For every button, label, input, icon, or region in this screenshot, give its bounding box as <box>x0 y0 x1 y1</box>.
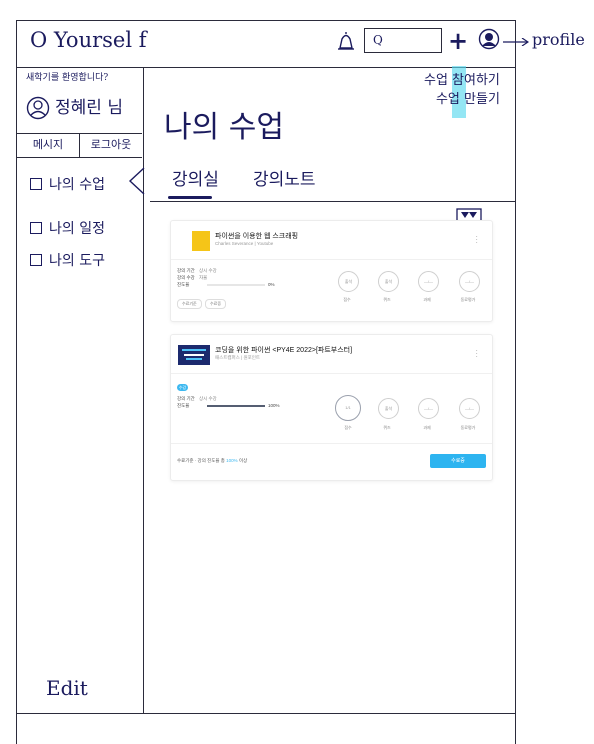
progress-fill <box>207 405 265 407</box>
progress-percent: 100% <box>268 403 280 408</box>
criteria-chip[interactable]: 수료기준 <box>177 299 202 309</box>
stat-circle-score: 1/1 <box>335 395 361 421</box>
course-title[interactable]: 코딩을 위한 파이썬 <PY4E 2022>[파트부스터] <box>215 345 352 355</box>
stat-circle-peer: —/— <box>459 271 480 292</box>
join-class-link[interactable]: 수업 참여하기 <box>424 71 500 90</box>
stat-label: 과제 <box>423 425 431 430</box>
page-title: 나의 수업 <box>164 110 284 145</box>
edit-button[interactable]: Edit <box>46 676 88 700</box>
criteria-suffix: 이상 <box>238 458 248 463</box>
certificate-button[interactable]: 수료증 <box>430 454 486 468</box>
sidebar-item-label: 나의 일정 <box>49 221 105 237</box>
progress-percent: 0% <box>268 282 275 287</box>
checkbox-icon <box>30 254 42 266</box>
card-divider <box>171 443 492 444</box>
course-subtitle: Charles Severance | Youtube <box>215 241 274 246</box>
stat-label: 점수 <box>344 425 352 430</box>
completion-criteria: 수료기준 · 강의 진도율 총 100% 이상 <box>177 458 247 464</box>
user-name: 정혜린 님 <box>55 98 123 118</box>
sidebar-item-my-schedule[interactable]: 나의 일정 <box>30 218 105 238</box>
course-subtitle: 패스트캠퍼스 | 원포인트 <box>215 355 261 360</box>
certificate-chip[interactable]: 수료증 <box>205 299 227 309</box>
card-divider <box>171 373 492 374</box>
footer-divider <box>16 713 516 714</box>
user-actions: 메시지 로그아웃 <box>17 133 142 158</box>
progress-bar <box>207 284 265 286</box>
meta-value: 상시 수강 <box>199 396 217 401</box>
meta-label: 강의 수강 <box>177 275 195 280</box>
status-badge: 수강 <box>177 384 188 391</box>
criteria-percent: 100% <box>226 458 238 463</box>
sidebar-item-label: 나의 도구 <box>49 253 105 269</box>
meta-label: 강의 기간 <box>177 396 195 401</box>
stat-label: 동료평가 <box>460 297 476 302</box>
sidebar-item-my-tools[interactable]: 나의 도구 <box>30 250 105 270</box>
more-options-icon[interactable]: · · · <box>475 233 478 247</box>
checkbox-icon <box>30 222 42 234</box>
stat-label: 동료평가 <box>460 425 476 430</box>
stat-circle-assignment: —/— <box>418 398 439 419</box>
meta-value: 자율 <box>199 275 208 280</box>
more-options-icon[interactable]: · · · <box>475 347 478 361</box>
progress-bar <box>207 405 265 407</box>
header-divider <box>16 67 516 68</box>
greeting-text: 새학기를 환영합니다? <box>26 73 109 83</box>
tab-classroom[interactable]: 강의실 <box>172 165 219 190</box>
search-input[interactable]: Q <box>364 28 442 53</box>
sidebar-divider <box>143 67 144 713</box>
course-card[interactable]: 파이썬을 이용한 웹 스크래핑 Charles Severance | Yout… <box>170 220 493 322</box>
active-indicator-icon <box>128 167 145 195</box>
sidebar-item-label: 나의 수업 <box>49 177 105 193</box>
stat-circle-assignment: —/— <box>418 271 439 292</box>
messages-button[interactable]: 메시지 <box>17 134 80 157</box>
stat-circle-quiz: 출석 <box>378 398 399 419</box>
stat-label: 과제 <box>423 297 431 302</box>
stat-circle-quiz: 출석 <box>378 271 399 292</box>
arrow-right-icon <box>503 38 529 46</box>
sidebar-item-my-classes[interactable]: 나의 수업 <box>30 174 105 194</box>
stat-circle-peer: —/— <box>459 398 480 419</box>
criteria-text: 수료기준 · 강의 진도율 총 <box>177 458 225 463</box>
course-title[interactable]: 파이썬을 이용한 웹 스크래핑 <box>215 231 298 241</box>
course-card[interactable]: 코딩을 위한 파이썬 <PY4E 2022>[파트부스터] 패스트캠퍼스 | 원… <box>170 334 493 481</box>
active-tab-indicator <box>168 196 212 199</box>
stat-circle-score: 출석 <box>338 271 359 292</box>
tab-lecture-notes[interactable]: 강의노트 <box>253 165 316 190</box>
profile-avatar-icon[interactable] <box>478 28 500 50</box>
bell-icon[interactable] <box>336 31 356 53</box>
meta-value: 상시 수강 <box>199 268 217 273</box>
tab-divider <box>150 201 516 202</box>
profile-annotation: profile <box>532 30 585 49</box>
stat-label: 퀴즈 <box>383 425 391 430</box>
card-divider <box>171 259 492 260</box>
course-thumbnail <box>178 231 210 251</box>
meta-label: 진도율 <box>177 403 190 408</box>
add-button[interactable]: + <box>448 26 468 55</box>
app-logo[interactable]: O Yoursel f <box>30 28 147 52</box>
stat-label: 점수 <box>343 297 351 302</box>
logout-button[interactable]: 로그아웃 <box>80 134 142 157</box>
checkbox-icon <box>30 178 42 190</box>
course-thumbnail <box>178 345 210 365</box>
stat-label: 퀴즈 <box>383 297 391 302</box>
class-actions-note[interactable]: 수업 참여하기 수업 만들기 <box>424 71 500 109</box>
meta-label: 강의 기간 <box>177 268 195 273</box>
create-class-link[interactable]: 수업 만들기 <box>424 90 500 109</box>
user-avatar-icon[interactable] <box>26 96 50 120</box>
meta-label: 진도율 <box>177 282 190 287</box>
